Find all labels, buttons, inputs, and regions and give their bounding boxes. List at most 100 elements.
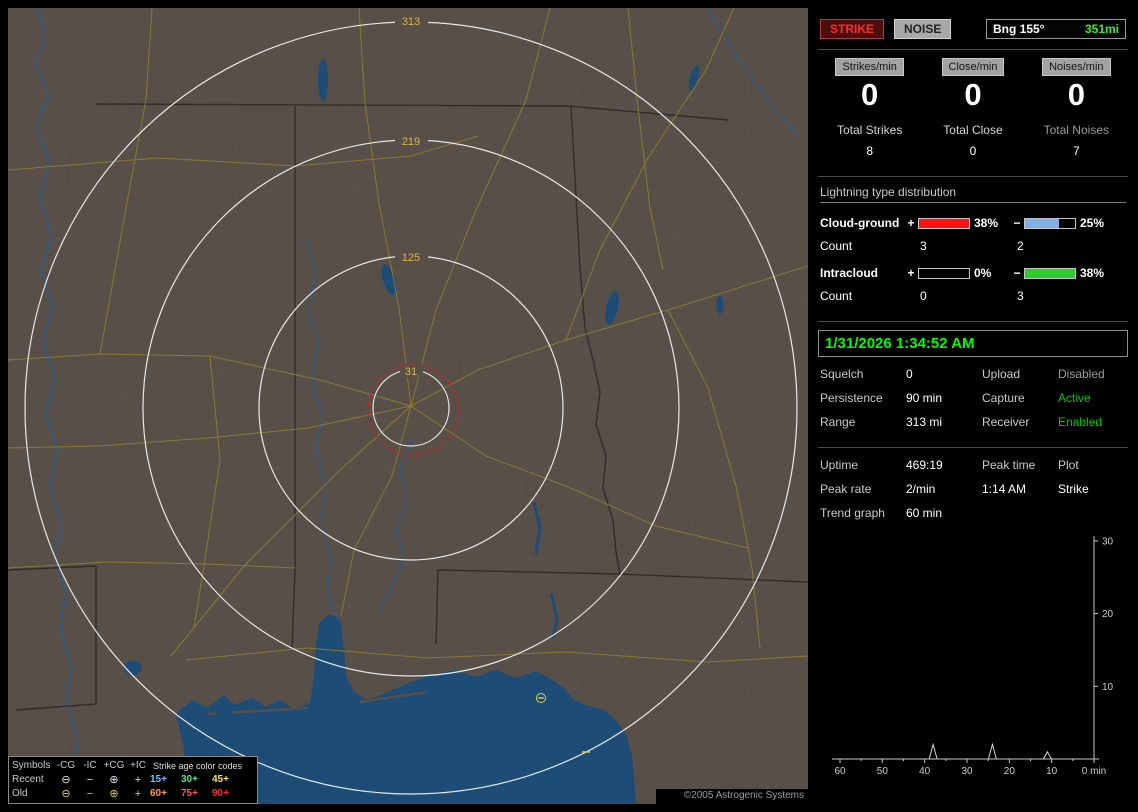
legend-col-neg-ic: -IC: [83, 760, 97, 771]
peak-rate-value: 2/min: [906, 482, 936, 496]
pos-cg-recent-icon: ⊕: [109, 774, 119, 786]
squelch-value: 0: [906, 367, 913, 381]
ic-negative-pct: 38%: [1080, 266, 1105, 280]
lake: [716, 296, 724, 314]
status-row-range: Range 313 mi Receiver Enabled: [820, 415, 1126, 429]
legend-old-row: Old ⊖ − ⊕ + 60+ 75+ 90+: [12, 787, 254, 801]
lake: [318, 59, 328, 101]
trend-window-value: 60 min: [906, 506, 943, 520]
age-code-75: 75+: [181, 788, 198, 799]
x-tick-label: 0 min: [1082, 766, 1106, 777]
range-ring-label: 125: [402, 252, 420, 264]
receiver-label: Receiver: [982, 415, 1030, 429]
cg-negative-bar-fill: [1025, 218, 1059, 228]
persistence-value: 90 min: [906, 391, 943, 405]
cg-count-row: Count 3 2: [820, 239, 1126, 253]
legend-old-label: Old: [12, 788, 28, 799]
ic-positive-bar: [918, 267, 970, 279]
close-per-min-value: 0: [964, 77, 982, 112]
x-tick-label: 50: [877, 766, 889, 777]
plus-sign: +: [907, 266, 915, 280]
status-row-squelch: Squelch 0 Upload Disabled: [820, 367, 1126, 381]
intracloud-label: Intracloud: [820, 266, 879, 280]
legend-col-pos-cg: +CG: [103, 760, 125, 771]
rate-counters: Strikes/min 0 Total Strikes 8 Close/min …: [818, 58, 1128, 158]
receiver-status: Enabled: [1058, 415, 1103, 429]
legend-recent-label: Recent: [12, 774, 44, 785]
legend-col-neg-cg: -CG: [56, 760, 76, 771]
uptime-value: 469:19: [906, 458, 943, 472]
cg-negative-count: 2: [1017, 239, 1024, 253]
pos-cg-old-icon: ⊕: [109, 788, 119, 800]
plot-value: Strike: [1058, 482, 1089, 496]
legend-recent-row: Recent ⊖ − ⊕ + 15+ 30+ 45+: [12, 773, 254, 787]
age-code-90: 90+: [212, 788, 229, 799]
ic-positive-pct: 0%: [974, 266, 992, 280]
map-canvas[interactable]: 313 219 125 31: [8, 8, 808, 804]
y-tick-label: 30: [1102, 536, 1114, 547]
trend-graph-label: Trend graph: [820, 506, 885, 520]
ic-negative-bar-fill: [1025, 268, 1075, 278]
total-noises-label: Total Noises: [1043, 123, 1109, 137]
age-code-60: 60+: [150, 788, 167, 799]
cg-positive-pct: 38%: [974, 216, 999, 230]
strikes-per-min-chip[interactable]: Strikes/min: [835, 58, 904, 76]
datetime-display: 1/31/2026 1:34:52 AM: [818, 330, 1128, 357]
strike-toggle-button[interactable]: STRIKE: [820, 19, 885, 39]
age-code-30: 30+: [181, 774, 198, 785]
intracloud-row: Intracloud + 0% − 38%: [820, 266, 1126, 280]
neg-cg-old-icon: ⊖: [61, 788, 71, 800]
count-label: Count: [820, 289, 853, 303]
neg-cg-recent-icon: ⊖: [61, 774, 71, 786]
total-noises-value: 7: [1072, 144, 1080, 158]
neg-ic-recent-icon: −: [86, 774, 94, 786]
trend-graph: 60 50 40 30 20 10 0 min 10 20 30: [832, 536, 1114, 777]
noises-per-min-chip[interactable]: Noises/min: [1042, 58, 1111, 76]
legend-symbols-label: Symbols: [12, 760, 51, 771]
noise-toggle-button[interactable]: NOISE: [894, 19, 952, 39]
lightning-map[interactable]: 313 219 125 31 Symbols -CG -IC +CG +IC S…: [8, 8, 808, 804]
status-row-persistence: Persistence 90 min Capture Active: [820, 391, 1126, 405]
divider: [818, 447, 1128, 448]
x-tick-label: 40: [919, 766, 931, 777]
capture-status: Active: [1058, 391, 1091, 405]
pos-ic-recent-icon: +: [134, 774, 142, 786]
bearing-range-display: Bng 155° 351mi: [986, 19, 1126, 39]
total-strikes-label: Total Strikes: [836, 123, 903, 137]
trend-spike: [928, 742, 938, 760]
copyright-credit: ©2005 Astrogenic Systems: [656, 789, 808, 804]
range-ring-label: 31: [405, 366, 417, 378]
squelch-label: Squelch: [820, 367, 864, 381]
trend-row: Trend graph 60 min: [820, 506, 1126, 520]
strikes-counter: Strikes/min 0 Total Strikes 8: [818, 58, 921, 158]
ic-count-row: Count 0 3: [820, 289, 1126, 303]
peak-rate-label: Peak rate: [820, 482, 872, 496]
y-tick-label: 20: [1102, 609, 1114, 620]
cg-positive-bar: [918, 217, 970, 229]
plot-label: Plot: [1058, 458, 1079, 472]
peak-time-label: Peak time: [982, 458, 1036, 472]
strikes-per-min-value: 0: [861, 77, 879, 112]
lake: [124, 661, 142, 675]
bearing-range-value: 351mi: [1084, 22, 1119, 36]
divider: [818, 49, 1128, 50]
capture-label: Capture: [982, 391, 1025, 405]
upload-label: Upload: [982, 367, 1021, 381]
uptime-label: Uptime: [820, 458, 859, 472]
divider: [818, 321, 1128, 322]
noises-counter: Noises/min 0 Total Noises 7: [1025, 58, 1128, 158]
range-value: 313 mi: [906, 415, 943, 429]
count-label: Count: [820, 239, 853, 253]
trend-spike: [987, 742, 997, 760]
close-counter: Close/min 0 Total Close 0: [921, 58, 1024, 158]
y-tick-label: 10: [1102, 682, 1114, 693]
top-controls: STRIKE NOISE Bng 155° 351mi: [818, 8, 1128, 46]
divider: [818, 176, 1128, 177]
legend-age-title: Strike age color codes: [153, 761, 243, 771]
close-per-min-chip[interactable]: Close/min: [941, 58, 1005, 76]
plus-sign: +: [907, 216, 915, 230]
ic-negative-count: 3: [1017, 289, 1024, 303]
distribution-title: Lightning type distribution: [820, 185, 1126, 203]
x-tick-label: 20: [1004, 766, 1016, 777]
x-tick-label: 10: [1046, 766, 1058, 777]
